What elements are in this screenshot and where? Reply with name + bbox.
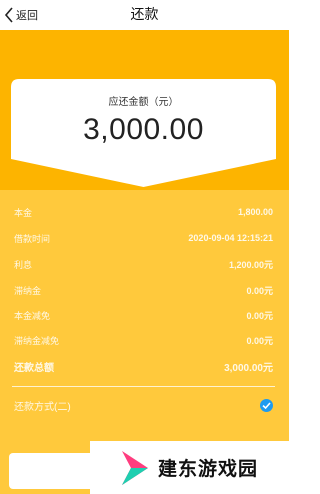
page-title: 还款	[130, 6, 159, 22]
detail-label: 滞纳金减免	[14, 335, 60, 346]
amount-due-label: 应还金额（元）	[108, 97, 179, 108]
detail-value: 1,800.00	[237, 207, 273, 217]
payment-method-row[interactable]: 还款方式(二)	[14, 396, 273, 414]
detail-row-principal-waiver: 本金减免 0.00元	[14, 307, 273, 323]
payment-method-label: 还款方式(二)	[14, 401, 71, 413]
detail-row-total: 还款总额 3,000.00元	[14, 358, 273, 374]
divider	[12, 386, 275, 387]
detail-label: 本金	[14, 207, 33, 218]
detail-row-loan-time: 借款时间 2020-09-04 12:15:21	[14, 230, 273, 246]
watermark: 建东游戏园	[90, 441, 289, 494]
amount-card: 应还金额（元） 3,000.00	[11, 79, 276, 189]
checkmark-icon[interactable]	[260, 398, 273, 412]
detail-value: 2020-09-04 12:15:21	[188, 233, 273, 243]
detail-label: 利息	[14, 259, 33, 270]
detail-row-late-fee-waiver: 滞纳金减免 0.00元	[14, 332, 273, 348]
watermark-text: 建东游戏园	[158, 459, 259, 480]
detail-row-principal: 本金 1,800.00	[14, 204, 273, 220]
detail-value: 1,200.00元	[228, 259, 273, 270]
detail-label: 还款总额	[14, 362, 54, 374]
detail-value: 0.00元	[246, 285, 273, 296]
detail-label: 滞纳金	[14, 285, 42, 296]
detail-row-interest: 利息 1,200.00元	[14, 256, 273, 272]
navbar: 返回 还款	[0, 0, 289, 30]
detail-row-late-fee: 滞纳金 0.00元	[14, 282, 273, 298]
detail-label: 借款时间	[14, 233, 51, 244]
detail-value: 0.00元	[246, 310, 273, 321]
detail-value: 3,000.00元	[224, 362, 273, 374]
amount-due-value: 3,000.00	[83, 113, 204, 146]
detail-value: 0.00元	[246, 335, 273, 346]
confirm-button[interactable]	[9, 453, 101, 489]
detail-label: 本金减免	[14, 310, 51, 321]
watermark-logo-icon	[122, 450, 148, 485]
